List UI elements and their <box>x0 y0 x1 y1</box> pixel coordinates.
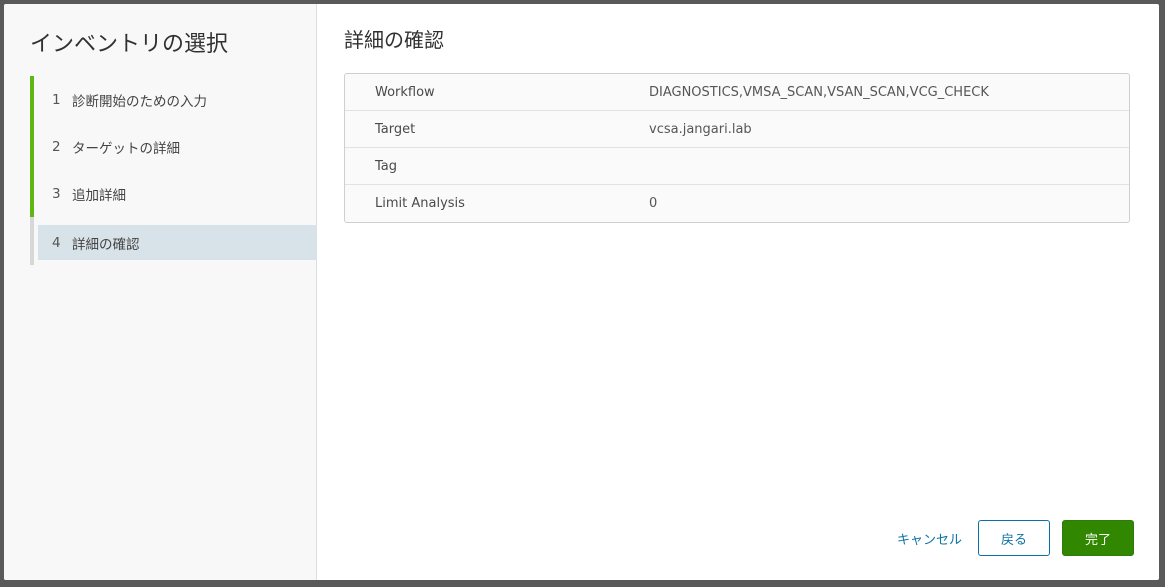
step-number: 2 <box>52 138 61 155</box>
wizard-step-3[interactable]: 3 追加詳細 <box>30 170 317 217</box>
cancel-button[interactable]: キャンセル <box>897 529 962 548</box>
wizard-title: インベントリの選択 <box>30 32 229 57</box>
wizard-dialog: インベントリの選択 1 診断開始のための入力 2 ターゲットの詳細 3 追加詳細… <box>4 4 1159 580</box>
details-table: Workflow DIAGNOSTICS,VMSA_SCAN,VSAN_SCAN… <box>344 73 1130 223</box>
row-key: Target <box>375 121 416 137</box>
row-key: Limit Analysis <box>375 196 465 211</box>
step-complete-indicator <box>30 76 34 123</box>
step-current-indicator <box>30 217 34 265</box>
step-label: 追加詳細 <box>72 187 126 204</box>
wizard-footer: キャンセル 戻る 完了 <box>897 520 1134 556</box>
row-value: vcsa.jangari.lab <box>649 121 752 137</box>
step-number: 3 <box>52 185 61 202</box>
details-row-target: Target vcsa.jangari.lab <box>345 111 1129 148</box>
wizard-sidebar: インベントリの選択 1 診断開始のための入力 2 ターゲットの詳細 3 追加詳細… <box>4 4 317 580</box>
row-key: Tag <box>375 158 398 174</box>
wizard-steps: 1 診断開始のための入力 2 ターゲットの詳細 3 追加詳細 4 詳細の確認 <box>30 76 317 265</box>
details-row-tag: Tag <box>345 148 1129 185</box>
step-label: ターゲットの詳細 <box>72 140 180 157</box>
row-value: DIAGNOSTICS,VMSA_SCAN,VSAN_SCAN,VCG_CHEC… <box>649 84 989 100</box>
step-label: 詳細の確認 <box>72 237 140 253</box>
row-key: Workflow <box>375 84 435 100</box>
page-title: 詳細の確認 <box>344 28 444 52</box>
step-label: 診断開始のための入力 <box>72 93 207 110</box>
step-number: 4 <box>52 235 61 251</box>
row-value: 0 <box>649 196 658 211</box>
wizard-step-1[interactable]: 1 診断開始のための入力 <box>30 76 317 123</box>
wizard-step-4[interactable]: 4 詳細の確認 <box>30 217 317 265</box>
wizard-step-2[interactable]: 2 ターゲットの詳細 <box>30 123 317 170</box>
wizard-content: 詳細の確認 Workflow DIAGNOSTICS,VMSA_SCAN,VSA… <box>317 4 1159 580</box>
step-complete-indicator <box>30 170 34 217</box>
finish-button[interactable]: 完了 <box>1062 520 1134 556</box>
step-complete-indicator <box>30 123 34 170</box>
step-number: 1 <box>52 91 61 108</box>
details-row-limit-analysis: Limit Analysis 0 <box>345 185 1129 222</box>
details-row-workflow: Workflow DIAGNOSTICS,VMSA_SCAN,VSAN_SCAN… <box>345 74 1129 111</box>
back-button[interactable]: 戻る <box>978 520 1050 556</box>
